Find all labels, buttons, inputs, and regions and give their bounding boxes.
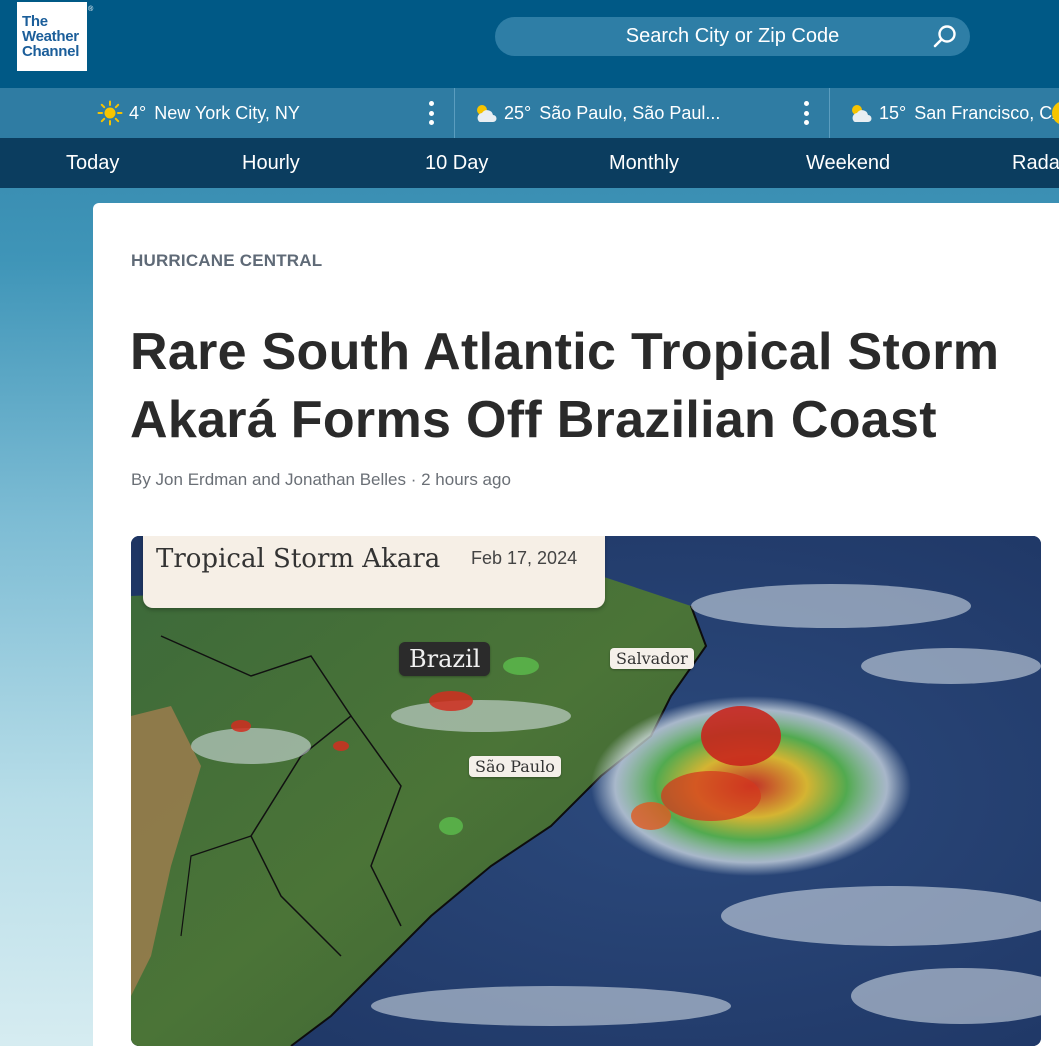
nav-radar[interactable]: Radar	[1012, 138, 1059, 188]
nav-hourly[interactable]: Hourly	[242, 138, 300, 188]
image-title-box: Tropical Storm Akara Feb 17, 2024	[143, 536, 605, 608]
article-headline: Rare South Atlantic Tropical Storm Akará…	[130, 323, 1000, 449]
nav-10-day[interactable]: 10 Day	[425, 138, 488, 188]
location-temp: 15°	[879, 102, 907, 123]
partly-cloudy-icon	[477, 105, 497, 122]
weather-channel-logo[interactable]: The Weather Channel ®	[17, 2, 93, 71]
map-label-brazil: Brazil	[399, 642, 491, 676]
satellite-map	[131, 536, 1041, 1046]
location-name: São Paulo, São Paul...	[539, 102, 721, 123]
partly-cloudy-icon	[852, 105, 872, 122]
location-menu-icon[interactable]	[428, 101, 434, 125]
location-name: San Francisco, CA	[914, 102, 1059, 123]
nav-monthly[interactable]: Monthly	[609, 138, 679, 188]
location-item-sao-paulo[interactable]: 25° São Paulo, São Paul...	[472, 88, 720, 138]
article-card: HURRICANE CENTRAL Rare South Atlantic Tr…	[93, 203, 1059, 1046]
location-temp: 25°	[504, 102, 532, 123]
search-placeholder: Search City or Zip Code	[625, 25, 840, 47]
sun-icon	[97, 100, 123, 126]
divider	[829, 88, 830, 138]
location-temp: 4°	[129, 102, 147, 123]
image-title: Tropical Storm Akara	[156, 544, 441, 574]
hero-satellite-image[interactable]: Tropical Storm Akara Feb 17, 2024 Brazil…	[131, 536, 1041, 1046]
nav-weekend[interactable]: Weekend	[806, 138, 890, 188]
location-item-san-francisco[interactable]: 15° San Francisco, CA	[847, 88, 1059, 138]
location-item-new-york[interactable]: 4° New York City, NY	[97, 88, 300, 138]
image-date: Feb 17, 2024	[471, 548, 578, 568]
main-nav: Today Hourly 10 Day Monthly Weekend Rada…	[0, 138, 1059, 188]
map-label-salvador: Salvador	[610, 648, 694, 669]
divider	[454, 88, 455, 138]
nav-today[interactable]: Today	[66, 138, 119, 188]
location-menu-icon[interactable]	[803, 101, 809, 125]
site-header: The Weather Channel ® Search City or Zip…	[0, 0, 1059, 88]
article-category[interactable]: HURRICANE CENTRAL	[131, 251, 322, 271]
article-byline: By Jon Erdman and Jonathan Belles · 2 ho…	[131, 470, 511, 489]
search-input[interactable]: Search City or Zip Code	[495, 17, 970, 56]
search-icon[interactable]	[932, 24, 958, 50]
map-label-sao-paulo: São Paulo	[469, 756, 561, 777]
location-name: New York City, NY	[154, 102, 300, 123]
recent-locations-bar: 4° New York City, NY 25° São Paulo, São …	[0, 88, 1059, 138]
